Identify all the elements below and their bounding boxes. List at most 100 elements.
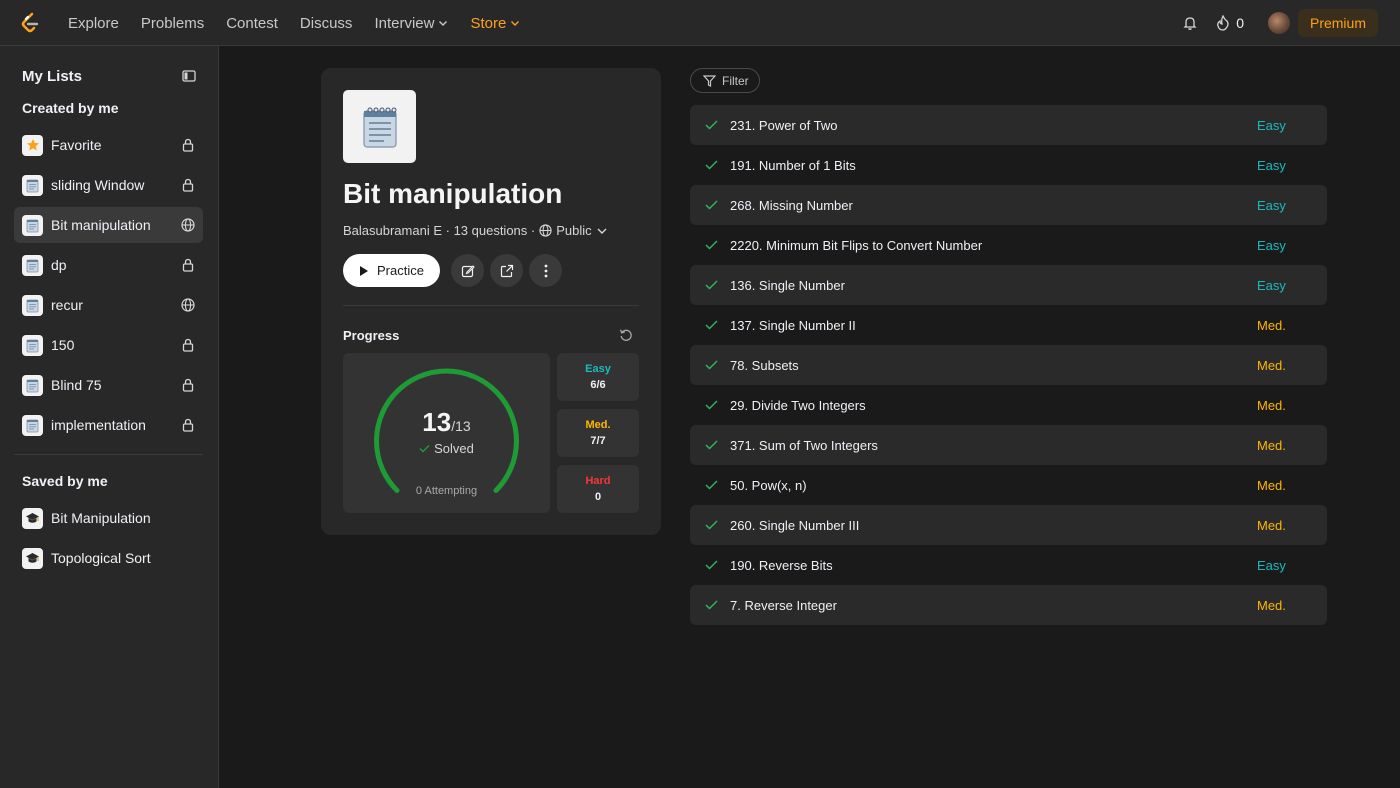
streak-counter[interactable]: 0 [1216,15,1244,31]
nav-right: 0 Premium [1182,0,1378,46]
external-link-icon [500,264,513,277]
my-lists-sidebar: My Lists Created by me Favorite sliding W… [0,46,219,788]
sidebar-list-label: dp [51,257,67,273]
leetcode-logo-icon[interactable] [18,11,42,35]
check-icon [419,445,430,453]
solved-check-icon [705,480,721,490]
problem-title[interactable]: 7. Reverse Integer [730,598,1257,613]
problem-title[interactable]: 191. Number of 1 Bits [730,158,1257,173]
problem-difficulty: Med. [1257,357,1286,373]
problem-row[interactable]: 50. Pow(x, n) Med. [690,465,1327,505]
problem-row[interactable]: 371. Sum of Two Integers Med. [690,425,1327,465]
problem-difficulty: Med. [1257,317,1286,333]
problem-difficulty: Med. [1257,437,1286,453]
notepad-icon [22,254,43,276]
problem-difficulty: Easy [1257,557,1286,573]
sidebar-list-item[interactable]: dp [14,247,203,283]
problem-title[interactable]: 2220. Minimum Bit Flips to Convert Numbe… [730,238,1257,253]
problem-title[interactable]: 190. Reverse Bits [730,558,1257,573]
edit-list-button[interactable] [451,254,484,287]
sidebar-list-label: 150 [51,337,75,353]
problem-difficulty: Easy [1257,197,1286,213]
list-meta: Balasubramani E · 13 questions · Public [343,223,612,238]
solved-check-icon [705,160,721,170]
problem-title[interactable]: 78. Subsets [730,358,1257,373]
notepad-icon [343,90,416,163]
nav-interview[interactable]: Interview [374,15,448,32]
card-divider [343,305,639,306]
sidebar-saved-label: Topological Sort [51,550,151,566]
sidebar-list-item[interactable]: sliding Window [14,167,203,203]
play-icon [360,265,369,276]
problem-row[interactable]: 231. Power of Two Easy [690,105,1327,145]
lock-icon [181,258,195,272]
lock-icon [181,338,195,352]
practice-button[interactable]: Practice [343,254,440,287]
problem-row[interactable]: 136. Single Number Easy [690,265,1327,305]
nav-contest[interactable]: Contest [226,15,278,32]
medium-progress-box: Med. 7/7 [557,409,639,457]
solved-label: Solved [343,441,550,456]
top-navbar: Explore Problems Contest Discuss Intervi… [0,0,1400,46]
premium-button[interactable]: Premium [1297,9,1378,37]
problem-title[interactable]: 231. Power of Two [730,118,1257,133]
nav-explore[interactable]: Explore [68,15,119,32]
problem-row[interactable]: 190. Reverse Bits Easy [690,545,1327,585]
reset-progress-icon[interactable] [619,328,633,342]
solved-check-icon [705,560,721,570]
problem-row[interactable]: 2220. Minimum Bit Flips to Convert Numbe… [690,225,1327,265]
lock-icon [181,138,195,152]
list-author[interactable]: Balasubramani E [343,223,442,238]
notification-bell-icon[interactable] [1182,15,1198,31]
sidebar-saved-item[interactable]: Topological Sort [14,540,203,576]
chevron-down-icon [439,21,448,26]
solved-check-icon [705,120,721,130]
globe-icon [181,298,195,312]
problem-title[interactable]: 136. Single Number [730,278,1257,293]
problem-title[interactable]: 50. Pow(x, n) [730,478,1257,493]
problem-title[interactable]: 268. Missing Number [730,198,1257,213]
more-options-button[interactable] [529,254,562,287]
filter-button[interactable]: Filter [690,68,760,93]
problem-row[interactable]: 78. Subsets Med. [690,345,1327,385]
problem-title[interactable]: 137. Single Number II [730,318,1257,333]
problem-title[interactable]: 29. Divide Two Integers [730,398,1257,413]
nav-problems[interactable]: Problems [141,15,204,32]
sidebar-list-item[interactable]: Bit manipulation [14,207,203,243]
visibility-dropdown[interactable]: Public [535,223,611,238]
nav-discuss[interactable]: Discuss [300,15,353,32]
meta-separator: · [442,223,454,238]
solved-check-icon [705,520,721,530]
sidebar-list-item[interactable]: 150 [14,327,203,363]
sidebar-list-item[interactable]: Favorite [14,127,203,163]
problem-row[interactable]: 29. Divide Two Integers Med. [690,385,1327,425]
sidebar-saved-item[interactable]: Bit Manipulation [14,500,203,536]
sidebar-collapse-icon[interactable] [182,69,196,87]
sidebar-list-label: Bit manipulation [51,217,151,233]
sidebar-list-item[interactable]: recur [14,287,203,323]
avatar[interactable] [1267,12,1290,34]
notepad-icon [22,334,43,356]
sidebar-list-item[interactable]: implementation [14,407,203,443]
problem-row[interactable]: 137. Single Number II Med. [690,305,1327,345]
chevron-down-icon [511,21,520,26]
problem-row[interactable]: 191. Number of 1 Bits Easy [690,145,1327,185]
problem-title[interactable]: 260. Single Number III [730,518,1257,533]
chevron-down-icon [597,228,607,234]
saved-by-me-heading: Saved by me [22,473,108,489]
share-list-button[interactable] [490,254,523,287]
notepad-icon [22,174,43,196]
problem-title[interactable]: 371. Sum of Two Integers [730,438,1257,453]
sidebar-list-item[interactable]: Blind 75 [14,367,203,403]
edit-icon [461,264,475,277]
notepad-icon [22,414,43,436]
problem-row[interactable]: 268. Missing Number Easy [690,185,1327,225]
problem-difficulty: Med. [1257,397,1286,413]
notepad-icon [22,294,43,316]
progress-label: Progress [343,328,400,343]
problem-row[interactable]: 260. Single Number III Med. [690,505,1327,545]
problem-row[interactable]: 7. Reverse Integer Med. [690,585,1327,625]
more-vertical-icon [544,264,547,277]
nav-store[interactable]: Store [470,15,520,32]
meta-separator: · [527,223,536,238]
